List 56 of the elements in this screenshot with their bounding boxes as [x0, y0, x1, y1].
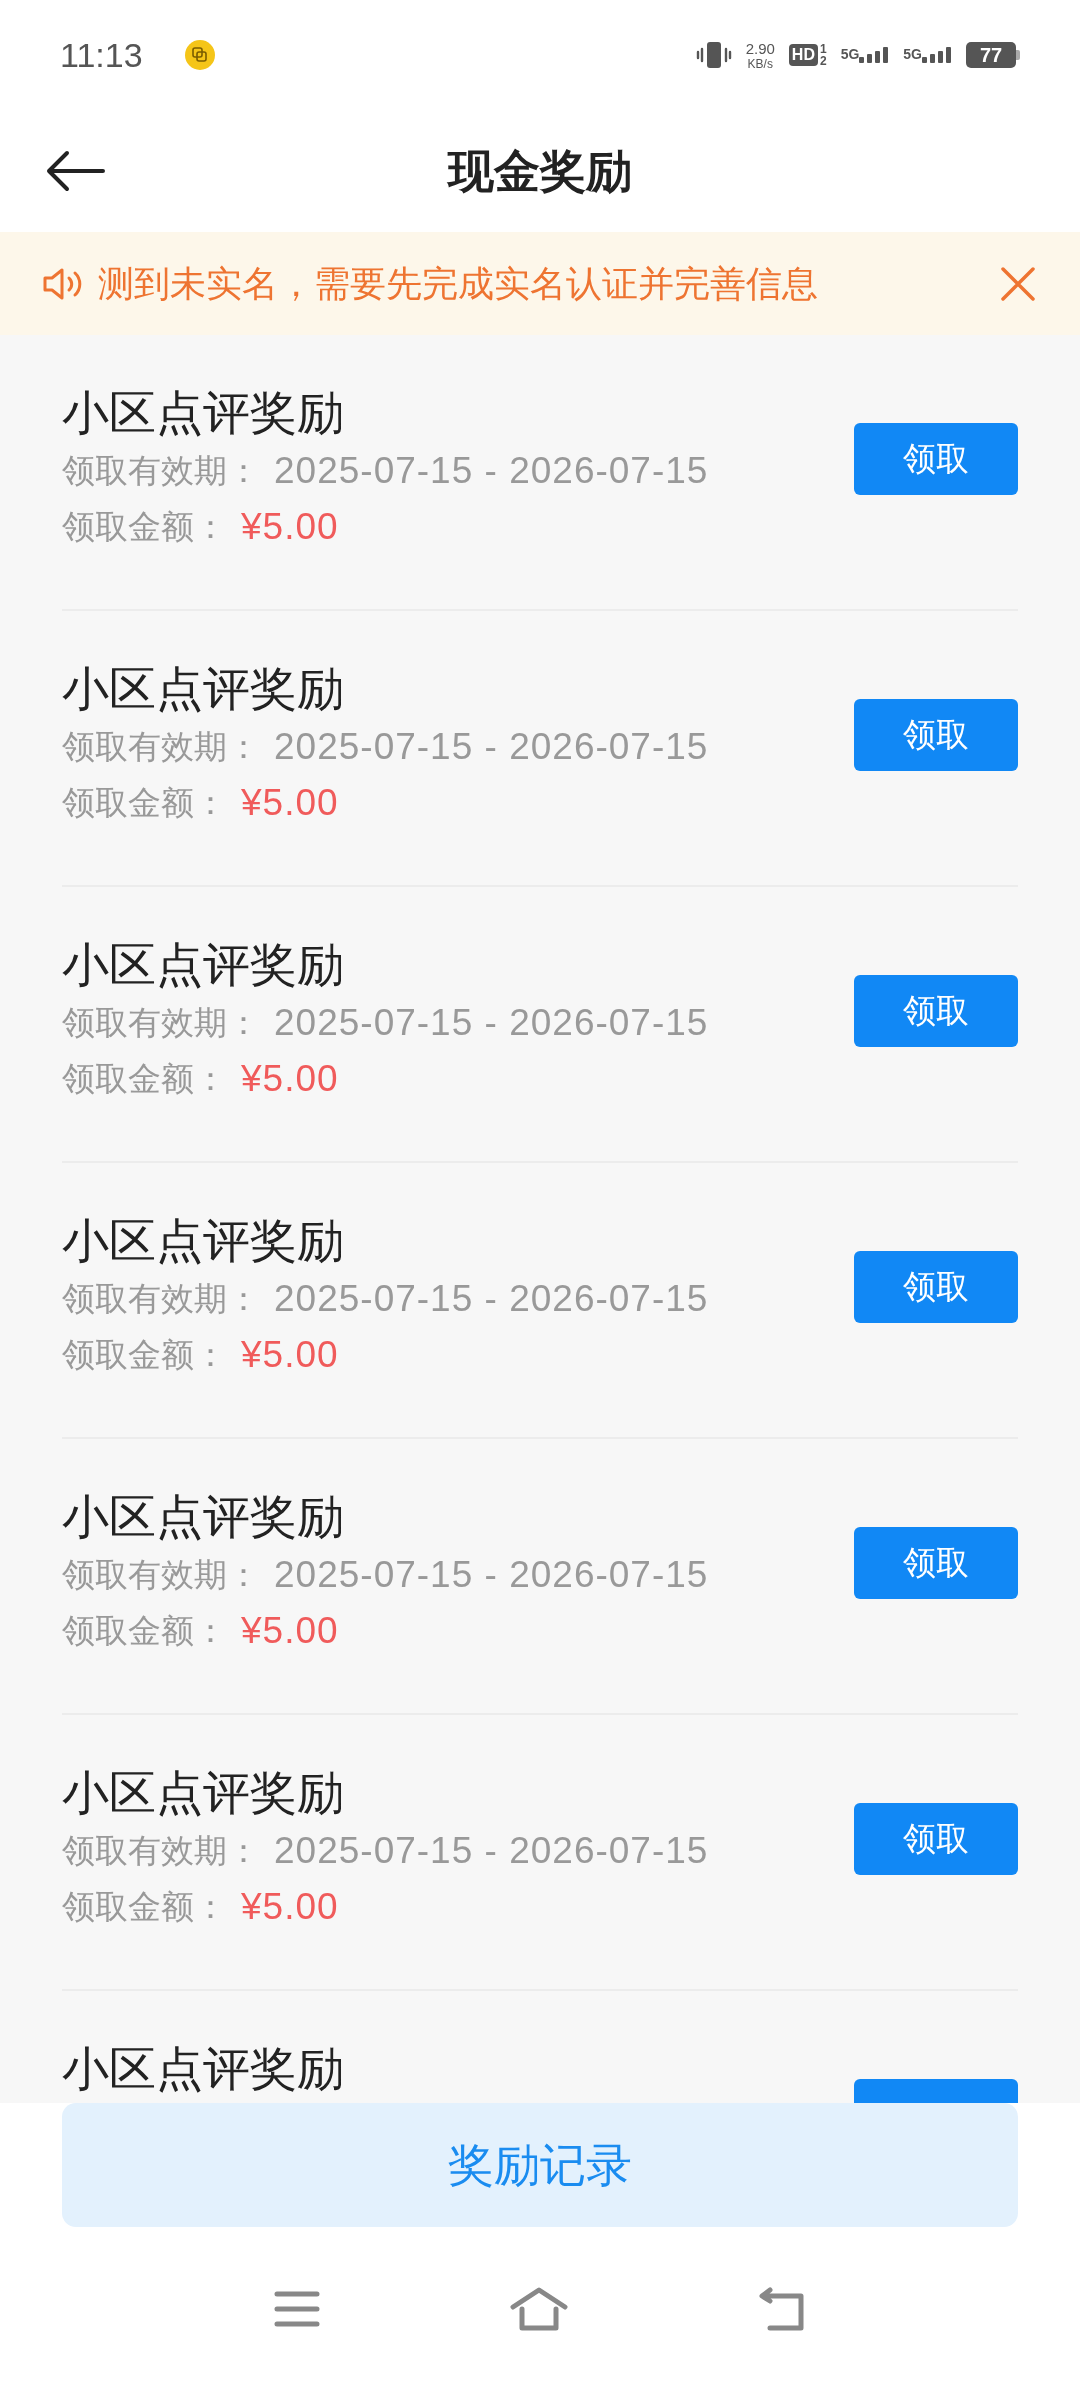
reward-title: 小区点评奖励 — [62, 1765, 345, 1821]
reward-amount: ¥5.00 — [241, 1885, 339, 1929]
validity-label: 领取有效期： — [62, 1555, 260, 1595]
claim-button[interactable]: 领取 — [854, 1803, 1018, 1875]
speed-unit: KB/s — [747, 57, 773, 70]
amount-label: 领取金额： — [62, 1611, 227, 1651]
reward-history-button[interactable]: 奖励记录 — [62, 2103, 1018, 2227]
network-type: 5G — [903, 47, 922, 61]
notice-text: 测到未实名，需要先完成实名认证并完善信息 — [98, 261, 819, 306]
reward-title: 小区点评奖励 — [62, 937, 345, 993]
amount-label: 领取金额： — [62, 783, 227, 823]
reward-title: 小区点评奖励 — [62, 1489, 345, 1545]
amount-label: 领取金额： — [62, 507, 227, 547]
amount-label: 领取金额： — [62, 1059, 227, 1099]
reward-amount: ¥5.00 — [241, 1333, 339, 1377]
reward-amount: ¥5.00 — [241, 1057, 339, 1101]
claim-button[interactable]: 领取 — [854, 423, 1018, 495]
page-title: 现金奖励 — [448, 143, 632, 199]
validity-label: 领取有效期： — [62, 451, 260, 491]
home-icon[interactable] — [510, 2286, 568, 2331]
validity-period: 2025-07-15 - 2026-07-15 — [274, 1001, 709, 1045]
claim-button[interactable]: 领取 — [854, 1527, 1018, 1599]
reward-title: 小区点评奖励 — [62, 385, 345, 441]
reward-amount: ¥5.00 — [241, 1609, 339, 1653]
reward-amount: ¥5.00 — [241, 781, 339, 825]
claim-button[interactable]: 领取 — [854, 975, 1018, 1047]
claim-button[interactable]: 领取 — [854, 1251, 1018, 1323]
battery-level: 77 — [966, 42, 1016, 68]
reward-title: 小区点评奖励 — [62, 661, 345, 717]
menu-icon[interactable] — [274, 2289, 320, 2328]
validity-period: 2025-07-15 - 2026-07-15 — [274, 1553, 709, 1597]
hd-badge: HD — [788, 44, 818, 66]
validity-label: 领取有效期： — [62, 1831, 260, 1871]
validity-label: 领取有效期： — [62, 1279, 260, 1319]
sim-slot-number: 2 — [819, 55, 827, 67]
signal-icon — [922, 47, 954, 63]
validity-label: 领取有效期： — [62, 727, 260, 767]
validity-period: 2025-07-15 - 2026-07-15 — [274, 449, 709, 493]
amount-label: 领取金额： — [62, 1887, 227, 1927]
validity-label: 领取有效期： — [62, 1003, 260, 1043]
reward-title: 小区点评奖励 — [62, 1213, 345, 1269]
reward-amount: ¥5.00 — [241, 505, 339, 549]
amount-label: 领取金额： — [62, 1335, 227, 1375]
sim-slot-number: 1 — [819, 43, 827, 55]
validity-period: 2025-07-15 - 2026-07-15 — [274, 1829, 709, 1873]
battery-tip-icon — [1016, 50, 1020, 60]
notification-icon — [184, 40, 215, 70]
validity-period: 2025-07-15 - 2026-07-15 — [274, 1277, 709, 1321]
validity-period: 2025-07-15 - 2026-07-15 — [274, 725, 709, 769]
network-type: 5G — [840, 47, 860, 61]
back-icon[interactable] — [758, 2286, 806, 2331]
network-speed: 2.90 — [745, 40, 775, 56]
clock: 11:13 — [60, 34, 143, 76]
vibrate-icon — [695, 40, 732, 70]
claim-button[interactable]: 领取 — [854, 699, 1018, 771]
reward-title: 小区点评奖励 — [62, 2041, 345, 2097]
